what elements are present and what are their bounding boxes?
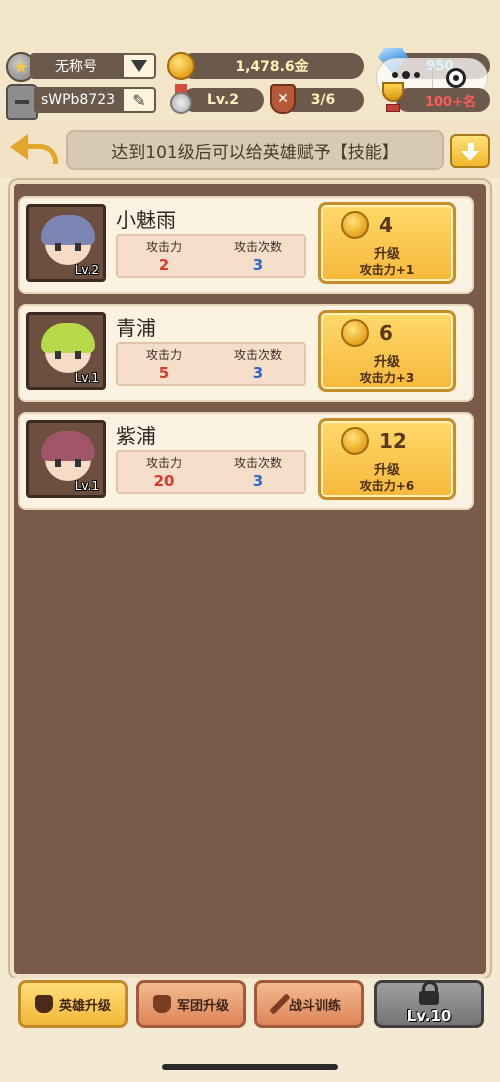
upgrade-cost: 12 xyxy=(379,429,407,453)
player-level: Lv.2 xyxy=(182,88,264,112)
gold-coin-icon xyxy=(167,52,195,80)
tab-label: 军团升级 xyxy=(176,998,229,1014)
hero-list-panel xyxy=(10,180,490,978)
upgrade-bonus: 攻击力+6 xyxy=(359,479,415,493)
hero-portrait[interactable]: Lv.2 xyxy=(26,204,106,282)
player-title: 无称号 xyxy=(30,53,122,79)
tab-hero-upgrade[interactable]: 英雄升级 xyxy=(18,980,128,1028)
hero-stats: 攻击力 攻击次数 5 3 xyxy=(116,342,306,386)
sword-icon xyxy=(269,993,291,1015)
rank-value: 100+名 xyxy=(396,88,490,112)
hero-card: Lv.1 紫浦 攻击力 攻击次数 20 3 12 升级 攻击力+6 xyxy=(18,412,474,510)
upgrade-cost: 4 xyxy=(379,213,393,237)
hero-level: Lv.1 xyxy=(74,479,99,493)
medal-icon xyxy=(170,84,192,116)
scroll-down-button[interactable] xyxy=(450,134,490,168)
upgrade-button[interactable]: 6 升级 攻击力+3 xyxy=(318,310,456,392)
hero-level: Lv.1 xyxy=(74,371,99,385)
hits-label: 攻击次数 xyxy=(233,456,282,470)
gold-coin-icon xyxy=(341,427,369,455)
capsule-divider xyxy=(432,66,433,90)
attack-label: 攻击力 xyxy=(145,240,182,254)
helmet-icon xyxy=(34,995,53,1013)
hero-portrait[interactable]: Lv.1 xyxy=(26,312,106,390)
attack-value: 5 xyxy=(158,364,170,382)
pencil-icon: ✎ xyxy=(132,90,146,110)
hero-portrait[interactable]: Lv.1 xyxy=(26,420,106,498)
close-target-icon[interactable] xyxy=(446,68,466,88)
attack-label: 攻击力 xyxy=(145,456,182,470)
upgrade-cost: 6 xyxy=(379,321,393,345)
hero-name: 小魅雨 xyxy=(116,208,176,232)
chevron-down-icon xyxy=(131,60,147,72)
attack-label: 攻击力 xyxy=(145,348,182,362)
player-id: sWPb8723 xyxy=(34,87,122,113)
back-button[interactable] xyxy=(8,134,58,172)
tab-battle-training[interactable]: 战斗训练 xyxy=(254,980,364,1028)
tab-locked[interactable]: Lv.10 xyxy=(374,980,484,1028)
title-dropdown-button[interactable] xyxy=(122,53,156,79)
upgrade-label: 升级 xyxy=(373,463,400,478)
hits-value: 3 xyxy=(252,256,264,274)
hero-card: Lv.2 小魅雨 攻击力 攻击次数 2 3 4 升级 攻击力+1 xyxy=(18,196,474,294)
gold-coin-icon xyxy=(341,211,369,239)
tab-lock-level: Lv.10 xyxy=(406,1007,452,1025)
upgrade-label: 升级 xyxy=(373,355,400,370)
gold-coin-icon xyxy=(341,319,369,347)
hero-name: 紫浦 xyxy=(116,424,156,448)
hero-card: Lv.1 青浦 攻击力 攻击次数 5 3 6 升级 攻击力+3 xyxy=(18,304,474,402)
attack-value: 20 xyxy=(153,472,175,490)
crossed-swords-icon: ✕ xyxy=(270,84,296,114)
hits-label: 攻击次数 xyxy=(233,240,282,254)
lock-icon xyxy=(419,981,439,1005)
upgrade-button[interactable]: 4 升级 攻击力+1 xyxy=(318,202,456,284)
hits-label: 攻击次数 xyxy=(233,348,282,362)
edit-name-button[interactable]: ✎ xyxy=(122,87,156,113)
hits-value: 3 xyxy=(252,472,264,490)
skill-notice: 达到101级后可以给英雄赋予【技能】 xyxy=(66,130,444,170)
upgrade-label: 升级 xyxy=(373,247,400,262)
armor-icon xyxy=(152,995,171,1013)
attack-value: 2 xyxy=(158,256,170,274)
arrow-down-icon xyxy=(461,151,479,161)
trophy-icon xyxy=(378,82,408,114)
hero-level: Lv.2 xyxy=(74,263,99,277)
upgrade-bonus: 攻击力+1 xyxy=(359,263,415,277)
upgrade-button[interactable]: 12 升级 攻击力+6 xyxy=(318,418,456,500)
hits-value: 3 xyxy=(252,364,264,382)
gold-amount: 1,478.6金 xyxy=(180,53,364,79)
hero-stats: 攻击力 攻击次数 2 3 xyxy=(116,234,306,278)
hero-stats: 攻击力 攻击次数 20 3 xyxy=(116,450,306,494)
tab-legion-upgrade[interactable]: 军团升级 xyxy=(136,980,246,1028)
more-dots-icon[interactable] xyxy=(392,71,420,79)
tab-label: 战斗训练 xyxy=(288,998,341,1014)
hero-name: 青浦 xyxy=(116,316,156,340)
tab-label: 英雄升级 xyxy=(58,998,111,1014)
upgrade-bonus: 攻击力+3 xyxy=(359,371,415,385)
home-indicator[interactable] xyxy=(162,1064,338,1070)
